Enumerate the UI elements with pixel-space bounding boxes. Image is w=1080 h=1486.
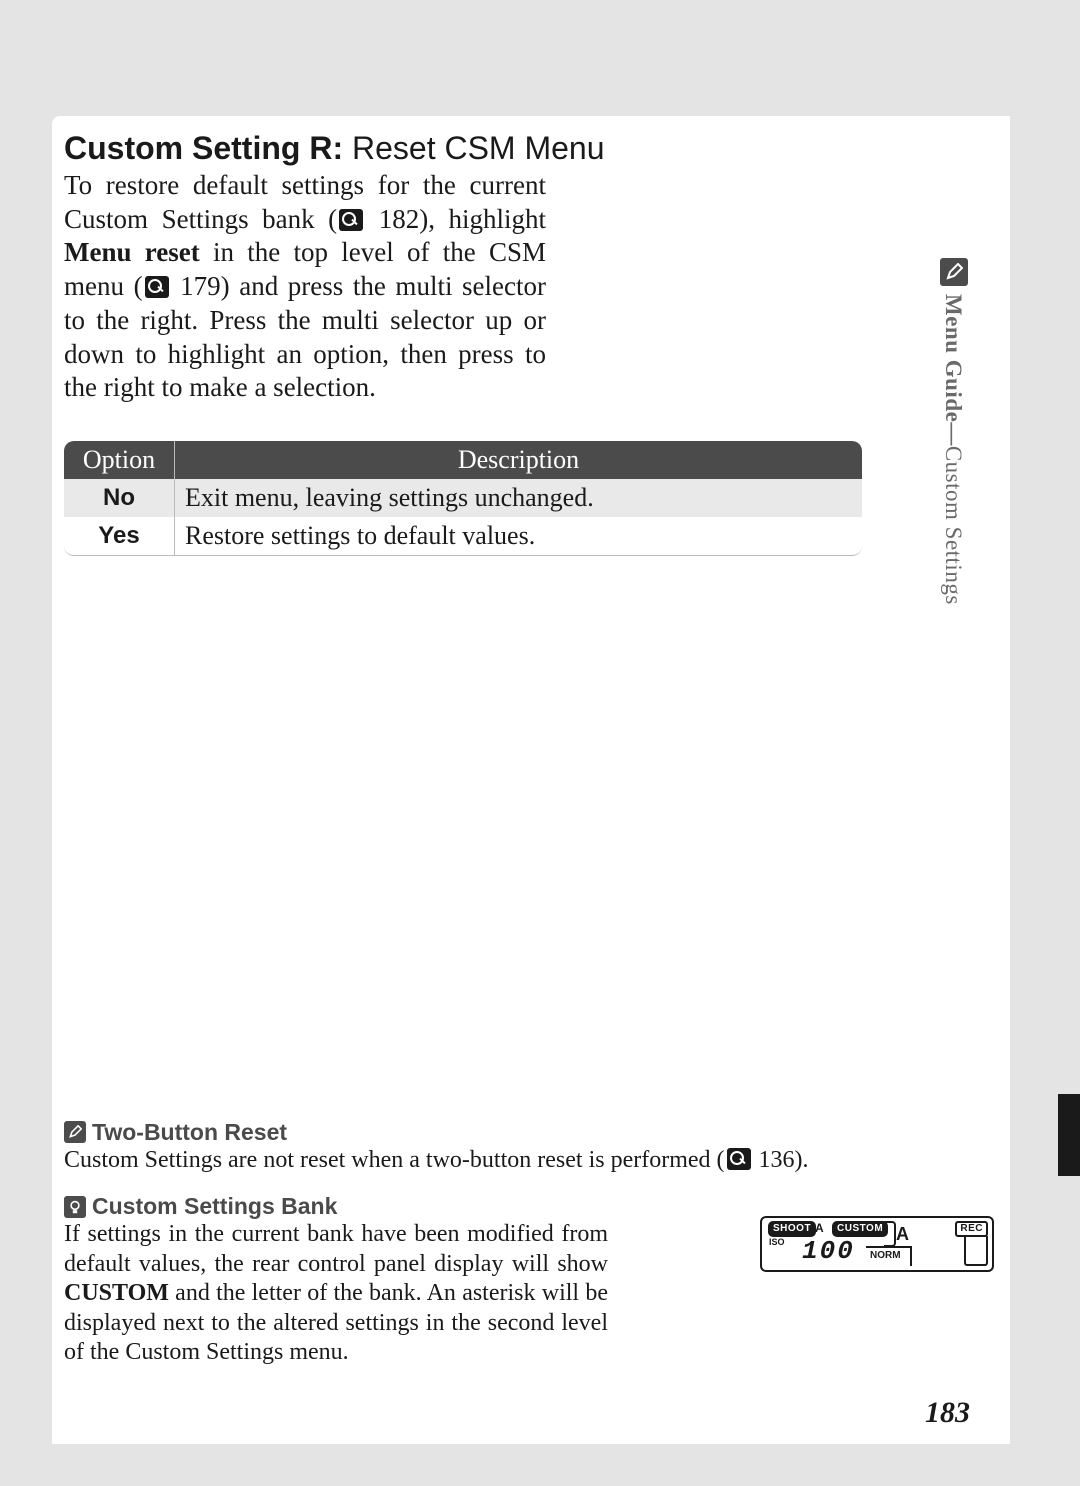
side-bold: Menu Guide— xyxy=(941,294,966,446)
table-row: No Exit menu, leaving settings unchanged… xyxy=(64,479,862,517)
rear-panel-illustration: SHOOT A CUSTOM A REC ISO 100 NORM xyxy=(760,1216,994,1272)
title-bold: Custom Setting R: xyxy=(64,130,343,166)
cell-option: Yes xyxy=(64,517,175,556)
side-tab-label: Menu Guide—Custom Settings xyxy=(940,294,966,605)
cell-description: Exit menu, leaving settings unchanged. xyxy=(175,479,862,517)
note-heading-two-button: Two-Button Reset xyxy=(64,1119,890,1146)
panel-rec-box xyxy=(964,1236,988,1266)
panel-iso-label: ISO xyxy=(769,1237,785,1247)
note-text-two-button: Custom Settings are not reset when a two… xyxy=(64,1146,890,1176)
panel-a-letter: A xyxy=(896,1224,909,1245)
pencil-icon xyxy=(64,1121,86,1143)
page-title: Custom Setting R: Reset CSM Menu xyxy=(64,130,884,167)
cell-option: No xyxy=(64,479,175,517)
side-thin: Custom Settings xyxy=(941,446,966,605)
panel-shoot-letter: A xyxy=(815,1221,824,1235)
side-tab: Menu Guide—Custom Settings xyxy=(940,258,972,658)
col-option: Option xyxy=(64,441,175,479)
panel-rec-badge: REC xyxy=(955,1221,988,1237)
page-number: 183 xyxy=(925,1396,970,1430)
options-table: Option Description No Exit menu, leaving… xyxy=(64,441,862,556)
bulb-icon xyxy=(64,1196,86,1218)
page-ref-icon xyxy=(727,1148,751,1170)
panel-custom-badge: CUSTOM xyxy=(832,1221,888,1237)
cell-description: Restore settings to default values. xyxy=(175,517,862,556)
page-ref-icon xyxy=(145,276,169,298)
thumb-tab xyxy=(1058,1094,1080,1176)
title-rest: Reset CSM Menu xyxy=(343,130,604,166)
page-sheet: Menu Guide—Custom Settings Custom Settin… xyxy=(52,116,1010,1444)
table-header-row: Option Description xyxy=(64,441,862,479)
panel-bracket xyxy=(884,1221,896,1247)
panel-norm-label: NORM xyxy=(870,1250,901,1261)
table-row: Yes Restore settings to default values. xyxy=(64,517,862,556)
col-description: Description xyxy=(175,441,862,479)
panel-iso-value: 100 xyxy=(802,1236,855,1266)
page-ref-icon xyxy=(339,209,363,231)
pencil-icon xyxy=(940,258,968,286)
intro-paragraph: To restore default settings for the curr… xyxy=(64,169,546,405)
panel-shoot-badge: SHOOT xyxy=(768,1221,816,1237)
content-column: Custom Setting R: Reset CSM Menu To rest… xyxy=(64,130,884,556)
note-text-bank: If settings in the current bank have bee… xyxy=(64,1220,608,1368)
